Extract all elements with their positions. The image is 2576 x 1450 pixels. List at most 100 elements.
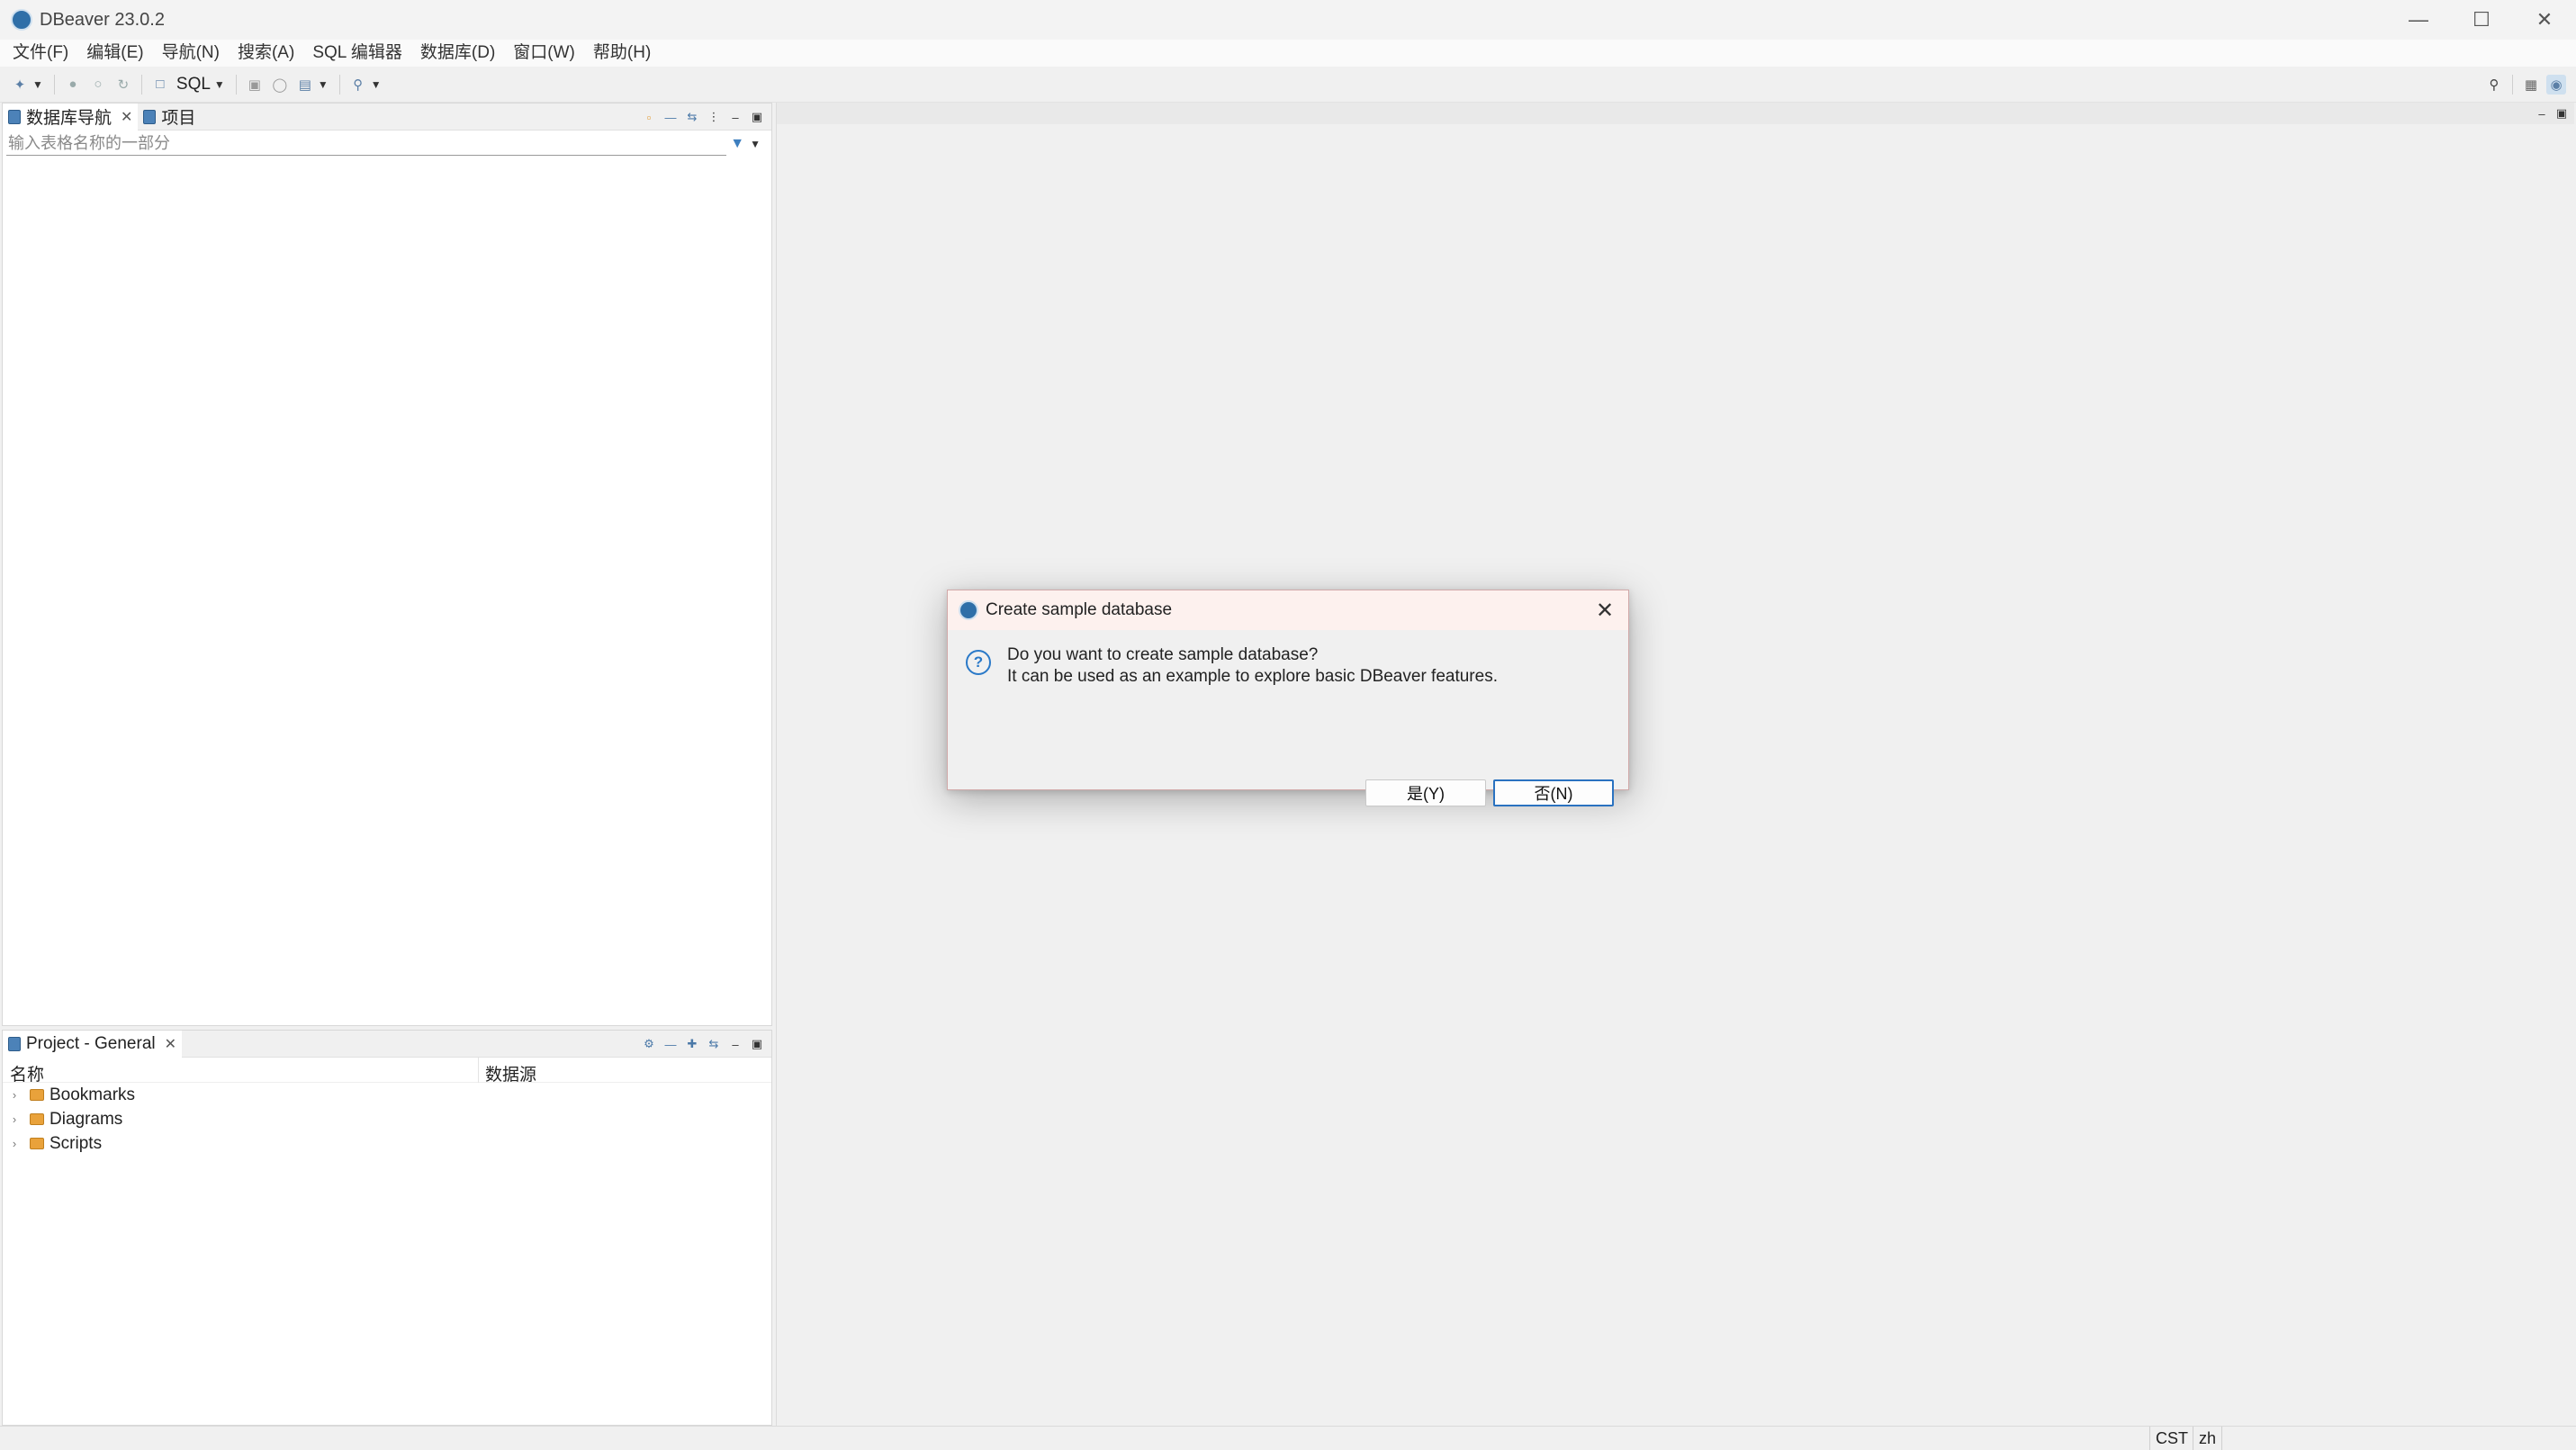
filter-icons: ▼ ▼ (730, 132, 766, 156)
editor-topbar: – ▣ (777, 103, 2574, 124)
tree-item-diagrams[interactable]: › Diagrams (3, 1107, 771, 1131)
commit-icon[interactable]: ▤ (295, 75, 315, 95)
title-bar: DBeaver 23.0.2 — ☐ ✕ (0, 0, 2576, 40)
new-folder-icon[interactable]: ▫ (640, 108, 658, 126)
sql-button-label[interactable]: SQL (176, 75, 211, 95)
menu-bar: 文件(F) 编辑(E) 导航(N) 搜索(A) SQL 编辑器 数据库(D) 窗… (0, 40, 2576, 67)
project-tools: ⚙ — ✚ ⇆ – ▣ (636, 1031, 766, 1058)
dialog-message-line1: Do you want to create sample database? (1007, 645, 1319, 664)
tree-item-scripts[interactable]: › Scripts (3, 1131, 771, 1156)
dbeaver-logo-icon (959, 600, 978, 620)
dialog-titlebar: Create sample database ✕ (948, 590, 1628, 630)
dbeaver-perspective-icon[interactable]: ◉ (2546, 75, 2566, 95)
navigator-tools: ▫ — ⇆ ⋮ – ▣ (636, 104, 766, 131)
column-divider[interactable] (478, 1058, 479, 1083)
project-tabbar: Project - General ✕ ⚙ — ✚ ⇆ – ▣ (3, 1030, 771, 1058)
tab-label: Project - General (26, 1033, 156, 1053)
sql-editor-icon[interactable]: □ (150, 75, 170, 95)
status-timezone[interactable]: CST (2149, 1427, 2193, 1450)
perspective-icon[interactable]: ▦ (2521, 75, 2541, 95)
collapse-all-icon[interactable]: — (662, 108, 680, 126)
tab-label: 项目 (161, 109, 196, 128)
disconnect-icon[interactable]: ○ (88, 75, 108, 95)
navigator-tabbar: 数据库导航 ✕ 项目 ▫ — ⇆ ⋮ – ▣ (3, 103, 771, 131)
invalidate-icon[interactable]: ↻ (113, 75, 133, 95)
close-icon: ✕ (2535, 8, 2553, 31)
toolbar-separator (140, 74, 142, 95)
dialog-message-line2: It can be used as an example to explore … (1007, 667, 1498, 686)
expand-arrow-icon[interactable]: › (6, 1137, 23, 1150)
menu-sql-editor[interactable]: SQL 编辑器 (303, 40, 411, 67)
projects-icon (143, 109, 157, 124)
lock-icon[interactable]: ▣ (245, 75, 265, 95)
menu-search[interactable]: 搜索(A) (229, 40, 303, 67)
new-connection-dropdown-icon[interactable]: ▼ (32, 78, 43, 91)
dbeaver-logo-icon (11, 9, 32, 31)
expand-icon[interactable]: ✚ (683, 1035, 701, 1053)
commit-dropdown-icon[interactable]: ▼ (318, 78, 329, 91)
status-bar: CST zh (0, 1426, 2576, 1450)
maximize-icon[interactable]: ▣ (748, 108, 766, 126)
close-icon[interactable]: ✕ (121, 108, 132, 126)
main-toolbar: ✦ ▼ ● ○ ↻ □ SQL ▼ ▣ ◯ ▤ ▼ ⚲ ▼ ⚲ ▦ ◉ (0, 67, 2576, 103)
menu-window[interactable]: 窗口(W) (504, 40, 584, 67)
toolbar-separator (338, 74, 340, 95)
sql-dropdown-icon[interactable]: ▼ (214, 78, 225, 91)
collapse-all-icon[interactable]: — (662, 1035, 680, 1053)
minimize-icon[interactable]: – (726, 108, 744, 126)
expand-arrow-icon[interactable]: › (6, 1112, 23, 1126)
tree-item-label: Bookmarks (50, 1085, 136, 1104)
dialog-body: ? Do you want to create sample database?… (948, 630, 1628, 806)
dialog-close-button[interactable]: ✕ (1590, 596, 1619, 625)
minimize-icon: — (2409, 8, 2428, 31)
link-editor-icon[interactable]: ⇆ (683, 108, 701, 126)
menu-help[interactable]: 帮助(H) (584, 40, 660, 67)
tree-item-label: Scripts (50, 1133, 103, 1153)
project-tree-header: 名称 数据源 (3, 1058, 771, 1085)
transaction-icon[interactable]: ◯ (270, 75, 290, 95)
window-controls: — ☐ ✕ (2387, 0, 2576, 40)
maximize-icon[interactable]: ▣ (2553, 104, 2571, 122)
new-connection-icon[interactable]: ✦ (10, 75, 30, 95)
maximize-icon: ☐ (2472, 8, 2490, 31)
column-header-datasource[interactable]: 数据源 (485, 1061, 536, 1085)
menu-navigate[interactable]: 导航(N) (153, 40, 229, 67)
menu-file[interactable]: 文件(F) (4, 40, 77, 67)
expand-arrow-icon[interactable]: › (6, 1088, 23, 1102)
table-filter-input[interactable] (6, 132, 726, 156)
search-icon[interactable]: ⚲ (348, 75, 368, 95)
search-dropdown-icon[interactable]: ▼ (371, 78, 382, 91)
dialog-message: Do you want to create sample database? I… (1007, 644, 1498, 688)
tree-item-label: Diagrams (50, 1109, 123, 1129)
minimize-icon[interactable]: – (726, 1035, 744, 1053)
connect-icon[interactable]: ● (63, 75, 83, 95)
maximize-button[interactable]: ☐ (2450, 0, 2513, 40)
link-editor-icon[interactable]: ⇆ (705, 1035, 723, 1053)
column-header-name[interactable]: 名称 (10, 1061, 44, 1085)
tree-item-bookmarks[interactable]: › Bookmarks (3, 1083, 771, 1107)
database-navigator-panel: 数据库导航 ✕ 项目 ▫ — ⇆ ⋮ – ▣ ▼ ▼ (2, 103, 772, 1026)
minimize-icon[interactable]: – (2533, 104, 2551, 122)
tab-label: 数据库导航 (26, 109, 113, 128)
no-button[interactable]: 否(N) (1493, 779, 1614, 806)
settings-icon[interactable]: ⚙ (640, 1035, 658, 1053)
filter-icon[interactable]: ▼ (730, 136, 744, 152)
menu-edit[interactable]: 编辑(E) (77, 40, 152, 67)
yes-button[interactable]: 是(Y) (1365, 779, 1486, 806)
status-locale[interactable]: zh (2193, 1427, 2223, 1450)
tab-database-navigator[interactable]: 数据库导航 ✕ (3, 103, 139, 131)
view-menu-icon[interactable]: ⋮ (705, 108, 723, 126)
filter-dropdown-icon[interactable]: ▼ (750, 138, 761, 150)
tab-projects[interactable]: 项目 (138, 104, 201, 131)
close-window-button[interactable]: ✕ (2513, 0, 2576, 40)
search-icon[interactable]: ⚲ (2484, 75, 2504, 95)
question-icon: ? (966, 650, 991, 675)
tab-project-general[interactable]: Project - General ✕ (3, 1030, 183, 1058)
minimize-button[interactable]: — (2387, 0, 2450, 40)
folder-icon (30, 1113, 44, 1125)
menu-database[interactable]: 数据库(D) (411, 40, 504, 67)
maximize-icon[interactable]: ▣ (748, 1035, 766, 1053)
database-navigator-icon (8, 109, 21, 124)
close-icon[interactable]: ✕ (165, 1035, 176, 1053)
toolbar-separator (235, 74, 237, 95)
